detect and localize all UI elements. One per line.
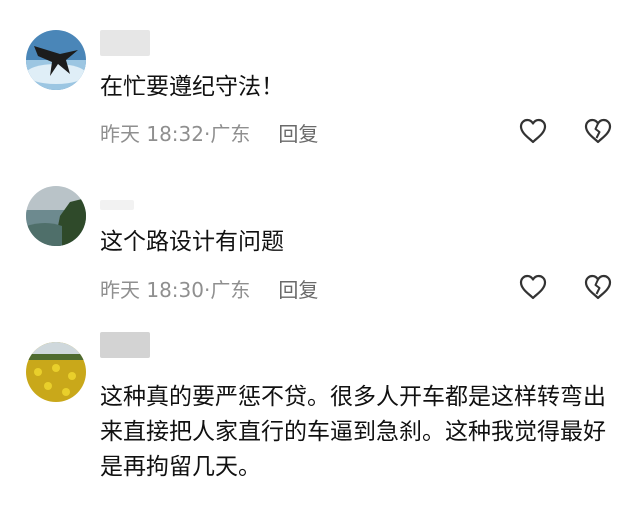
heart-outline-icon[interactable]	[518, 116, 548, 146]
reply-button[interactable]: 回复	[278, 278, 318, 302]
comment-location: 广东	[210, 122, 251, 146]
comment-text: 这种真的要严惩不贷。很多人开车都是这样转弯出来直接把人家直行的车逼到急刹。这种我…	[100, 384, 606, 480]
comment-location: 广东	[210, 278, 251, 302]
avatar[interactable]	[26, 342, 86, 402]
username-redacted	[100, 200, 134, 210]
broken-heart-icon[interactable]	[583, 272, 613, 302]
heart-outline-icon[interactable]	[518, 272, 548, 302]
comment-meta: 昨天 18:30·广东 回复	[100, 278, 319, 302]
comment-time: 昨天 18:32	[100, 122, 204, 146]
broken-heart-icon[interactable]	[583, 116, 613, 146]
username-redacted	[100, 332, 150, 358]
comment-text: 这个路设计有问题	[100, 229, 284, 255]
avatar[interactable]	[26, 186, 86, 246]
username-redacted	[100, 30, 150, 56]
comment-meta: 昨天 18:32·广东 回复	[100, 122, 319, 146]
reply-button[interactable]: 回复	[278, 122, 318, 146]
avatar[interactable]	[26, 30, 86, 90]
comment-text: 在忙要遵纪守法！	[100, 74, 284, 100]
comment-time: 昨天 18:30	[100, 278, 204, 302]
